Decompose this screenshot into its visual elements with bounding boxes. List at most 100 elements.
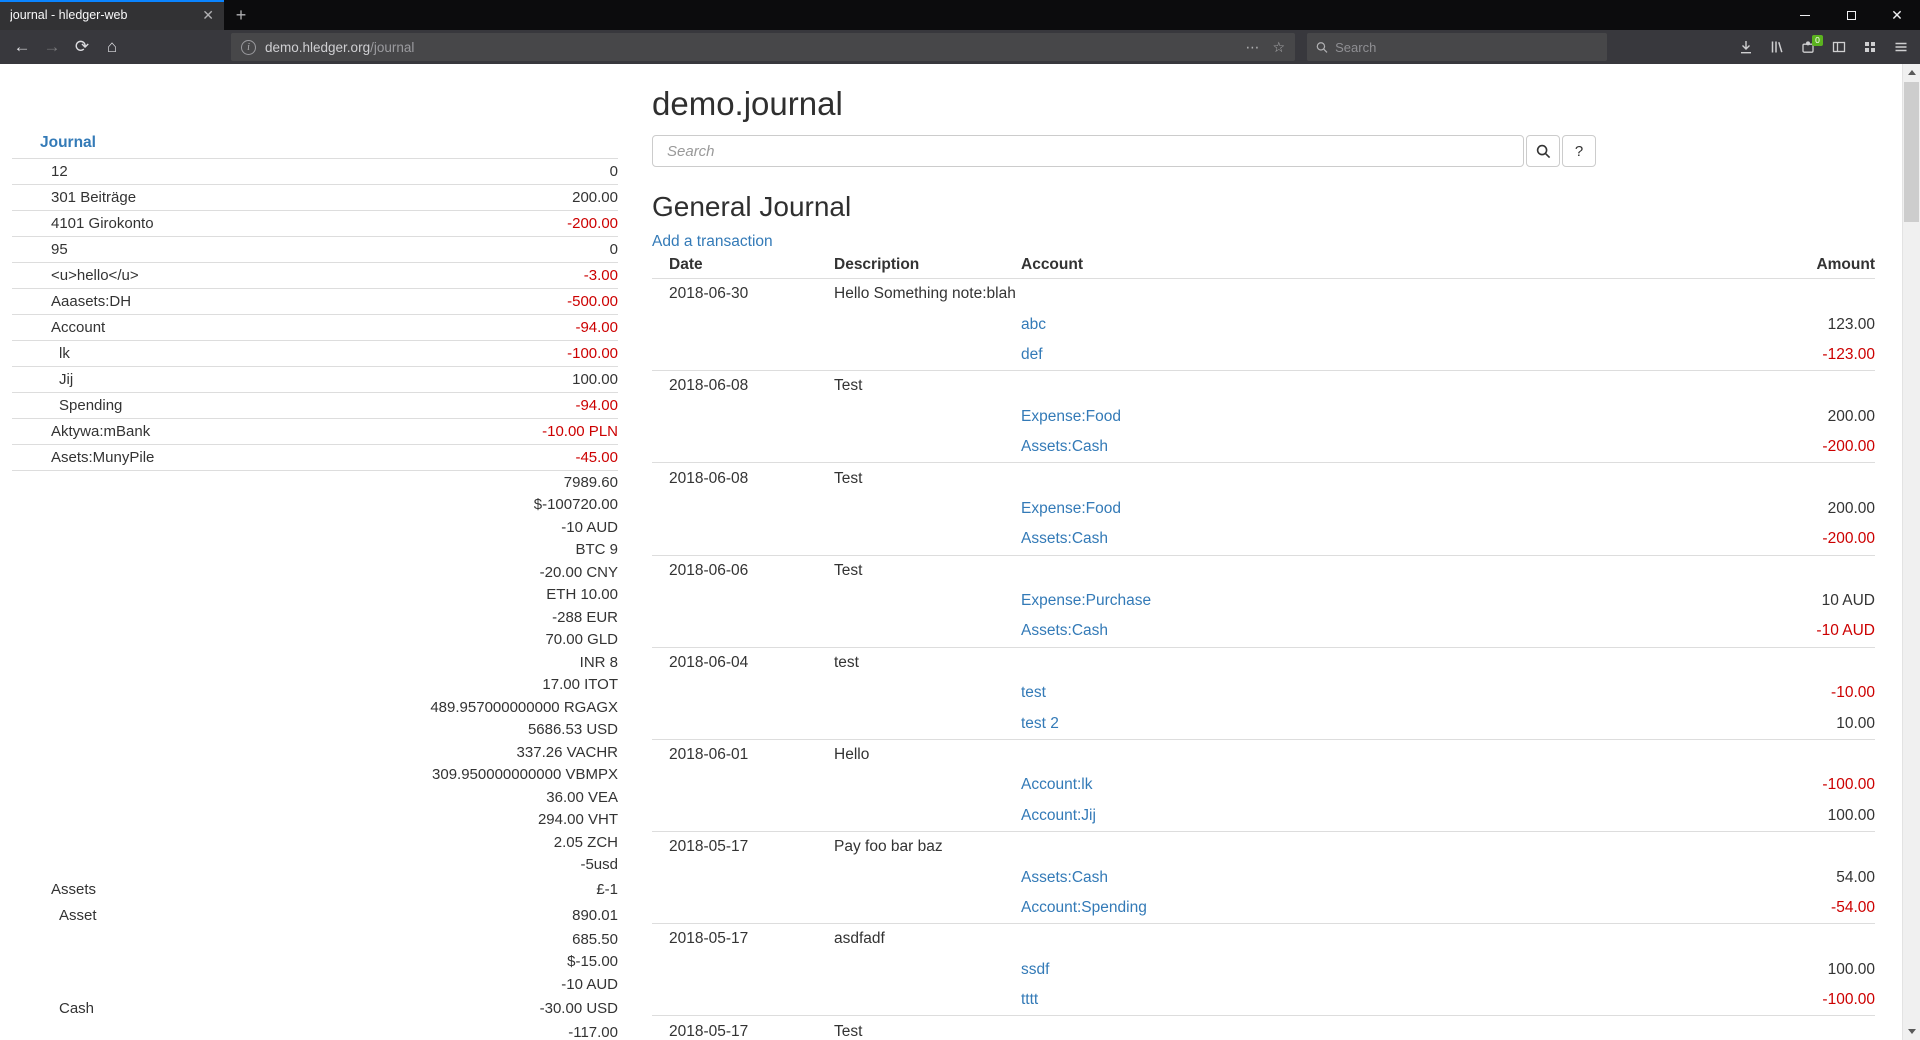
- posting-account-link[interactable]: Account:lk: [1021, 776, 1093, 793]
- account-name-link[interactable]: lk: [12, 345, 70, 362]
- window-maximize-button[interactable]: [1828, 0, 1874, 30]
- posting-account-link[interactable]: Expense:Purchase: [1021, 592, 1151, 609]
- menu-icon[interactable]: [1890, 34, 1912, 60]
- page-actions-icon[interactable]: ⋯: [1245, 39, 1259, 56]
- window-close-button[interactable]: ✕: [1874, 0, 1920, 30]
- url-text[interactable]: demo.hledger.org/journal: [265, 40, 414, 55]
- posting-amount: 200.00: [1705, 408, 1875, 426]
- browser-search-bar[interactable]: [1307, 33, 1607, 61]
- posting-account-link[interactable]: ssdf: [1021, 961, 1049, 978]
- account-name-link[interactable]: Asets:MunyPile: [12, 449, 154, 466]
- toolbar-icons: 0: [1735, 34, 1913, 60]
- page-content: Journal 12 0 301 Beiträge 200.00 4101 Gi…: [0, 64, 1902, 1040]
- account-balance: -288 EUR: [552, 609, 618, 626]
- sidebar: Journal 12 0 301 Beiträge 200.00 4101 Gi…: [12, 134, 618, 1040]
- extension-icon[interactable]: 0: [1797, 34, 1819, 60]
- transactions-list: 2018-06-30 Hello Something note:blah: [652, 278, 1875, 1040]
- transaction-title-row[interactable]: 2018-05-17 Pay foo bar baz: [652, 832, 1875, 862]
- home-button[interactable]: ⌂: [97, 33, 127, 61]
- sidebar-account-row: 70.00 GLD: [12, 629, 618, 652]
- posting-account-link[interactable]: test 2: [1021, 715, 1059, 732]
- account-name-link[interactable]: 4101 Girokonto: [12, 215, 154, 232]
- posting-account-link[interactable]: abc: [1021, 316, 1046, 333]
- account-balance: $-100720.00: [534, 496, 618, 513]
- posting-account-link[interactable]: Assets:Cash: [1021, 530, 1108, 547]
- sidebar-account-row: Cash -30.00 USD: [12, 996, 618, 1022]
- library-icon[interactable]: [1766, 34, 1788, 60]
- bookmark-star-icon[interactable]: ☆: [1272, 39, 1285, 56]
- transaction-title-row[interactable]: 2018-06-08 Test: [652, 463, 1875, 493]
- sidebar-account-row: Asets:MunyPile -45.00: [12, 445, 618, 471]
- posting-account-link[interactable]: test: [1021, 684, 1046, 701]
- transaction-title-row[interactable]: 2018-06-06 Test: [652, 556, 1875, 586]
- sidebar-account-row: 95 0: [12, 237, 618, 263]
- transaction-title-row[interactable]: 2018-05-17 Test: [652, 1016, 1875, 1040]
- download-icon[interactable]: [1735, 34, 1757, 60]
- account-balance: -94.00: [575, 319, 618, 336]
- posting-account-link[interactable]: Assets:Cash: [1021, 438, 1108, 455]
- transaction: 2018-06-04 test test: [652, 647, 1875, 739]
- new-tab-button[interactable]: +: [224, 0, 258, 30]
- transaction: 2018-05-17 Test: [652, 1015, 1875, 1040]
- postings: Assets:Cash 54.00 Account:Spending -54.0…: [652, 862, 1875, 923]
- back-button[interactable]: ←: [7, 33, 37, 61]
- posting-account-link[interactable]: def: [1021, 346, 1043, 363]
- url-bar[interactable]: i demo.hledger.org/journal ⋯ ☆: [231, 33, 1295, 61]
- reload-button[interactable]: ⟳: [67, 33, 97, 61]
- page-scrollbar[interactable]: [1902, 64, 1920, 1040]
- transaction-description: Hello Something note:blah: [834, 285, 1021, 303]
- sidebar-account-row: 489.957000000000 RGAGX: [12, 696, 618, 719]
- account-name-link[interactable]: Asset: [12, 907, 97, 924]
- account-name-link[interactable]: Spending: [12, 397, 122, 414]
- transaction-title-row[interactable]: 2018-05-17 asdfadf: [652, 924, 1875, 954]
- transaction-description: Test: [834, 562, 1021, 580]
- scrollbar-up-arrow[interactable]: [1903, 64, 1920, 81]
- account-name-link[interactable]: Cash: [12, 1000, 94, 1017]
- posting-account-link[interactable]: Account:Spending: [1021, 899, 1147, 916]
- account-balance: 489.957000000000 RGAGX: [430, 699, 618, 716]
- account-balance: -45.00: [575, 449, 618, 466]
- posting-account-link[interactable]: Expense:Food: [1021, 500, 1121, 517]
- posting-account-link[interactable]: Expense:Food: [1021, 408, 1121, 425]
- account-name-link[interactable]: Account: [12, 319, 105, 336]
- transaction-date: 2018-05-17: [669, 1023, 834, 1040]
- journal-search-button[interactable]: [1526, 135, 1560, 167]
- journal-search-input[interactable]: [652, 135, 1524, 167]
- tab-close-icon[interactable]: ✕: [202, 8, 214, 22]
- account-name-link[interactable]: Assets: [12, 881, 96, 898]
- account-name-link[interactable]: <u>hello</u>: [12, 267, 139, 284]
- extension-badge: 0: [1812, 35, 1823, 46]
- account-name-link[interactable]: Jij: [12, 371, 73, 388]
- browser-tab[interactable]: journal - hledger-web ✕: [0, 0, 224, 30]
- account-name-link[interactable]: 301 Beiträge: [12, 189, 136, 206]
- transaction-title-row[interactable]: 2018-06-30 Hello Something note:blah: [652, 279, 1875, 309]
- transaction-title-row[interactable]: 2018-06-04 test: [652, 648, 1875, 678]
- posting-account-link[interactable]: tttt: [1021, 991, 1038, 1008]
- account-name-link[interactable]: 95: [12, 241, 68, 258]
- browser-search-input[interactable]: [1335, 40, 1598, 55]
- apps-grid-icon[interactable]: [1859, 34, 1881, 60]
- posting-row: test -10.00: [652, 678, 1875, 708]
- scrollbar-thumb[interactable]: [1904, 82, 1919, 222]
- sidebar-journal-link[interactable]: Journal: [12, 134, 618, 159]
- account-name-link[interactable]: Aaasets:DH: [12, 293, 131, 310]
- site-info-icon[interactable]: i: [241, 40, 256, 55]
- transaction-description: Hello: [834, 746, 1021, 764]
- transaction-title-row[interactable]: 2018-06-08 Test: [652, 371, 1875, 401]
- forward-button[interactable]: →: [37, 33, 67, 61]
- add-transaction-link[interactable]: Add a transaction: [652, 233, 773, 251]
- transaction-title-row[interactable]: 2018-06-01 Hello: [652, 740, 1875, 770]
- maximize-icon: [1847, 11, 1856, 20]
- posting-row: Expense:Food 200.00: [652, 494, 1875, 524]
- transaction: 2018-06-01 Hello Account:lk: [652, 739, 1875, 831]
- posting-account-link[interactable]: Assets:Cash: [1021, 869, 1108, 886]
- posting-account-link[interactable]: Assets:Cash: [1021, 622, 1108, 639]
- window-minimize-button[interactable]: [1782, 0, 1828, 30]
- account-name-link[interactable]: Aktywa:mBank: [12, 423, 150, 440]
- scrollbar-down-arrow[interactable]: [1903, 1023, 1920, 1040]
- posting-account-link[interactable]: Account:Jij: [1021, 807, 1096, 824]
- account-name-link[interactable]: 12: [12, 163, 68, 180]
- search-help-button[interactable]: ?: [1562, 135, 1596, 167]
- sidebar-toggle-icon[interactable]: [1828, 34, 1850, 60]
- account-balance: -30.00 USD: [540, 1000, 618, 1017]
